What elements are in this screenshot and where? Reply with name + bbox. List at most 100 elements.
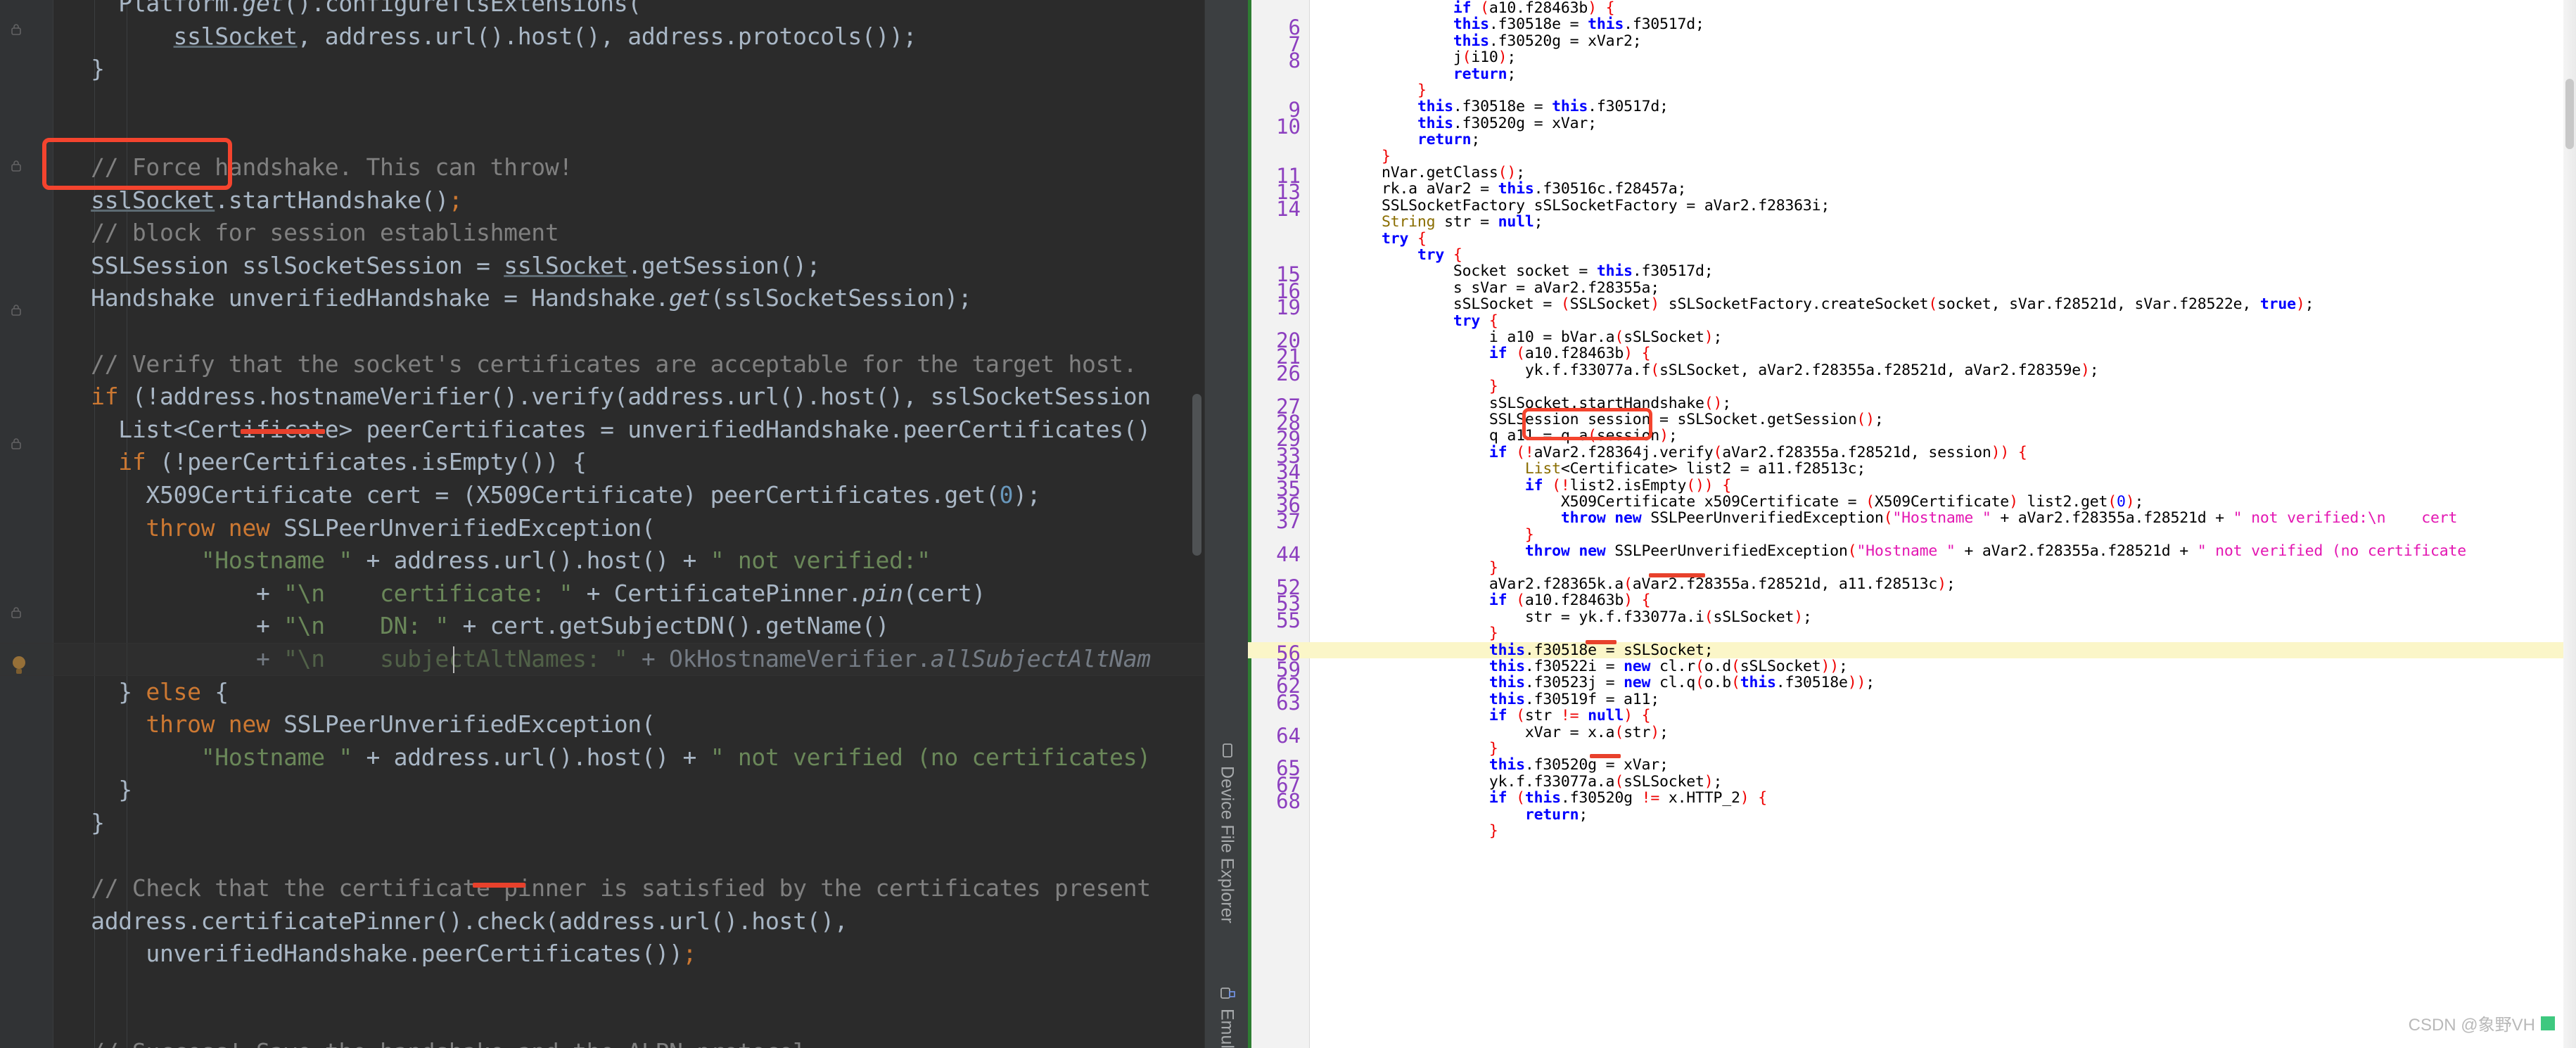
watermark: CSDN @象野VH	[2409, 1011, 2555, 1035]
code-line: throw new SSLPeerUnverifiedException("Ho…	[1524, 542, 2467, 561]
code-line: // Check that the certificate pinner is …	[63, 874, 1151, 902]
code-line: if (!peerCertificates.isEmpty()) {	[118, 448, 587, 476]
code-line: sSLSocket.startHandshake();	[1310, 394, 1731, 412]
code-line: }	[1488, 822, 1498, 840]
code-line: yk.f.f33077a.a(sSLSocket);	[1310, 772, 1723, 791]
code-line: rk.a aVar2 = this.f30516c.f28457a;	[1310, 180, 1687, 198]
code-line: str = yk.f.f33077a.i(sSLSocket);	[1310, 608, 1812, 626]
line-number[interactable]: 14	[1276, 198, 1301, 219]
code-line: // Success! Save the handshake and the A…	[63, 1036, 820, 1048]
decompiled-code-body[interactable]: if (a10.f28463b) { this.f30518e = this.f…	[1310, 0, 2576, 1048]
code-line: + "\n DN: " + cert.getSubjectDN().getNam…	[63, 612, 890, 640]
code-line: }	[1488, 625, 1498, 643]
watermark-badge-icon	[2541, 1016, 2555, 1030]
code-line: Platform.get().configureTlsExtensions(	[63, 0, 642, 17]
code-line: this.f30520g = xVar2;	[1453, 32, 1642, 50]
code-line: throw new SSLPeerUnverifiedException("Ho…	[1560, 509, 2458, 528]
annotation-underline-list-certificate	[1586, 640, 1617, 644]
code-line: unverifiedHandshake.peerCertificates());	[63, 940, 697, 968]
code-line: return;	[1453, 65, 1517, 83]
code-line: q a11 = q.a(session);	[1310, 427, 1678, 445]
change-marker-bar	[1248, 0, 1251, 1048]
tool-window-stripe[interactable]: Device File Explorer Emulator	[1204, 0, 1248, 1048]
lock-icon	[8, 436, 24, 452]
code-line: SSLSession sslSocketSession = sslSocket.…	[63, 251, 821, 279]
device-icon	[1217, 742, 1237, 759]
code-line: }	[1381, 147, 1391, 165]
source-code-body[interactable]: Platform.get().configureTlsExtensions( s…	[53, 0, 1204, 1048]
code-line: SSLSocketFactory sSLSocketFactory = aVar…	[1310, 196, 1830, 215]
code-line: sSLSocket = (SSLSocket) sSLSocketFactory…	[1310, 295, 2314, 314]
code-line: throw new SSLPeerUnverifiedException(	[146, 513, 656, 542]
editor-window: Platform.get().configureTlsExtensions( s…	[0, 0, 2576, 1048]
decompiled-editor-pane[interactable]: 6 7 8 9 10 11 13 14 15 16 19 20 21 26 27 28 29 33 34 35 36 37…	[1248, 0, 2576, 1048]
code-line: }	[63, 55, 105, 83]
code-line: String str = null;	[1381, 213, 1543, 231]
code-line: address.certificatePinner().check(addres…	[63, 907, 848, 935]
code-line: if (a10.f28463b) {	[1488, 345, 1651, 363]
lock-icon	[8, 22, 24, 37]
code-line: if (!aVar2.f28364j.verify(aVar2.f28355a.…	[1488, 443, 2027, 461]
code-line: this.f30520g = xVar;	[1488, 756, 1669, 774]
code-line: if (a10.f28463b) {	[1453, 0, 1615, 17]
left-vertical-scrollbar[interactable]	[1192, 394, 1201, 556]
sidebar-item-device-file-explorer[interactable]: Device File Explorer	[1205, 742, 1249, 924]
annotation-underline-check	[473, 883, 525, 888]
code-line: s sVar = aVar2.f28355a;	[1310, 279, 1660, 297]
code-line: sslSocket.startHandshake();	[91, 186, 463, 214]
code-line: "Hostname " + address.url().host() + " n…	[200, 547, 931, 575]
code-line: this.f30520g = xVar;	[1417, 114, 1597, 132]
code-line: // Verify that the socket's certificates…	[63, 350, 1137, 378]
lock-icon	[8, 158, 24, 174]
code-line: X509Certificate cert = (X509Certificate)…	[63, 481, 1041, 509]
code-line: "Hostname " + address.url().host() + " n…	[200, 743, 1151, 771]
annotation-underline-verify-decompiled	[1649, 573, 1705, 577]
lock-icon	[8, 302, 24, 318]
line-number[interactable]: 26	[1276, 363, 1301, 384]
code-line: this.f30523j = new cl.q(o.b(this.f30518e…	[1488, 674, 1875, 692]
line-number[interactable]: 37	[1276, 511, 1301, 532]
line-number[interactable]: 8	[1289, 51, 1301, 71]
code-line: List<Certificate> list2 = a11.f28513c;	[1524, 460, 1866, 478]
line-number[interactable]: 19	[1276, 298, 1301, 318]
line-number-gutter[interactable]: 6 7 8 9 10 11 13 14 15 16 19 20 21 26 27 28 29 33 34 35 36 37…	[1248, 0, 1310, 1048]
sidebar-item-emulator[interactable]: Emulator	[1205, 985, 1249, 1048]
code-line: j(i10);	[1310, 49, 1517, 67]
line-number[interactable]: 44	[1276, 544, 1301, 565]
left-fold-column[interactable]	[37, 0, 53, 1048]
code-line: }	[1488, 378, 1498, 396]
code-line: nVar.getClass();	[1310, 164, 1525, 181]
code-line: if (a10.f28463b) {	[1488, 592, 1651, 610]
scrollbar-thumb[interactable]	[2565, 79, 2574, 149]
code-line: } else {	[63, 677, 229, 705]
code-line: X509Certificate x509Certificate = (X509C…	[1310, 493, 2144, 511]
sidebar-item-label: Device File Explorer	[1217, 766, 1237, 924]
line-number[interactable]: 55	[1276, 610, 1301, 631]
line-number[interactable]: 63	[1276, 692, 1301, 713]
code-line: xVar = x.a(str);	[1310, 723, 1669, 741]
line-number[interactable]: 10	[1276, 116, 1301, 137]
code-line: SSLSession session = sSLSocket.getSessio…	[1310, 411, 1884, 428]
code-line: if (!list2.isEmpty()) {	[1524, 476, 1732, 494]
right-vertical-scrollbar[interactable]	[2563, 0, 2576, 1048]
code-line: yk.f.f33077a.f(sSLSocket, aVar2.f28355a.…	[1310, 361, 2099, 379]
code-line: try {	[1453, 312, 1498, 330]
source-editor-pane[interactable]: Platform.get().configureTlsExtensions( s…	[0, 0, 1204, 1048]
caret-line-highlight	[0, 643, 1204, 676]
code-line: this.f30519f = a11;	[1488, 690, 1660, 708]
line-number[interactable]: 64	[1276, 725, 1301, 746]
code-line: i a10 = bVar.a(sSLSocket);	[1310, 328, 1723, 346]
code-line: Socket socket = this.f30517d;	[1310, 262, 1714, 281]
code-line: sslSocket, address.url().host(), address…	[173, 22, 917, 50]
code-line: return;	[1417, 131, 1481, 149]
left-gutter-annotations[interactable]	[0, 0, 37, 1048]
code-line: this.f30518e = this.f30517d;	[1453, 15, 1704, 34]
code-line: try {	[1417, 246, 1462, 264]
line-number[interactable]: 68	[1276, 791, 1301, 812]
code-line: throw new SSLPeerUnverifiedException(	[146, 710, 656, 739]
lock-icon	[8, 605, 24, 620]
code-line: this.f30518e = sSLSocket;	[1488, 641, 1714, 659]
annotation-underline-verify	[241, 429, 325, 434]
code-line: this.f30522i = new cl.r(o.d(sSLSocket));	[1488, 658, 1848, 675]
emulator-icon	[1217, 985, 1237, 1002]
